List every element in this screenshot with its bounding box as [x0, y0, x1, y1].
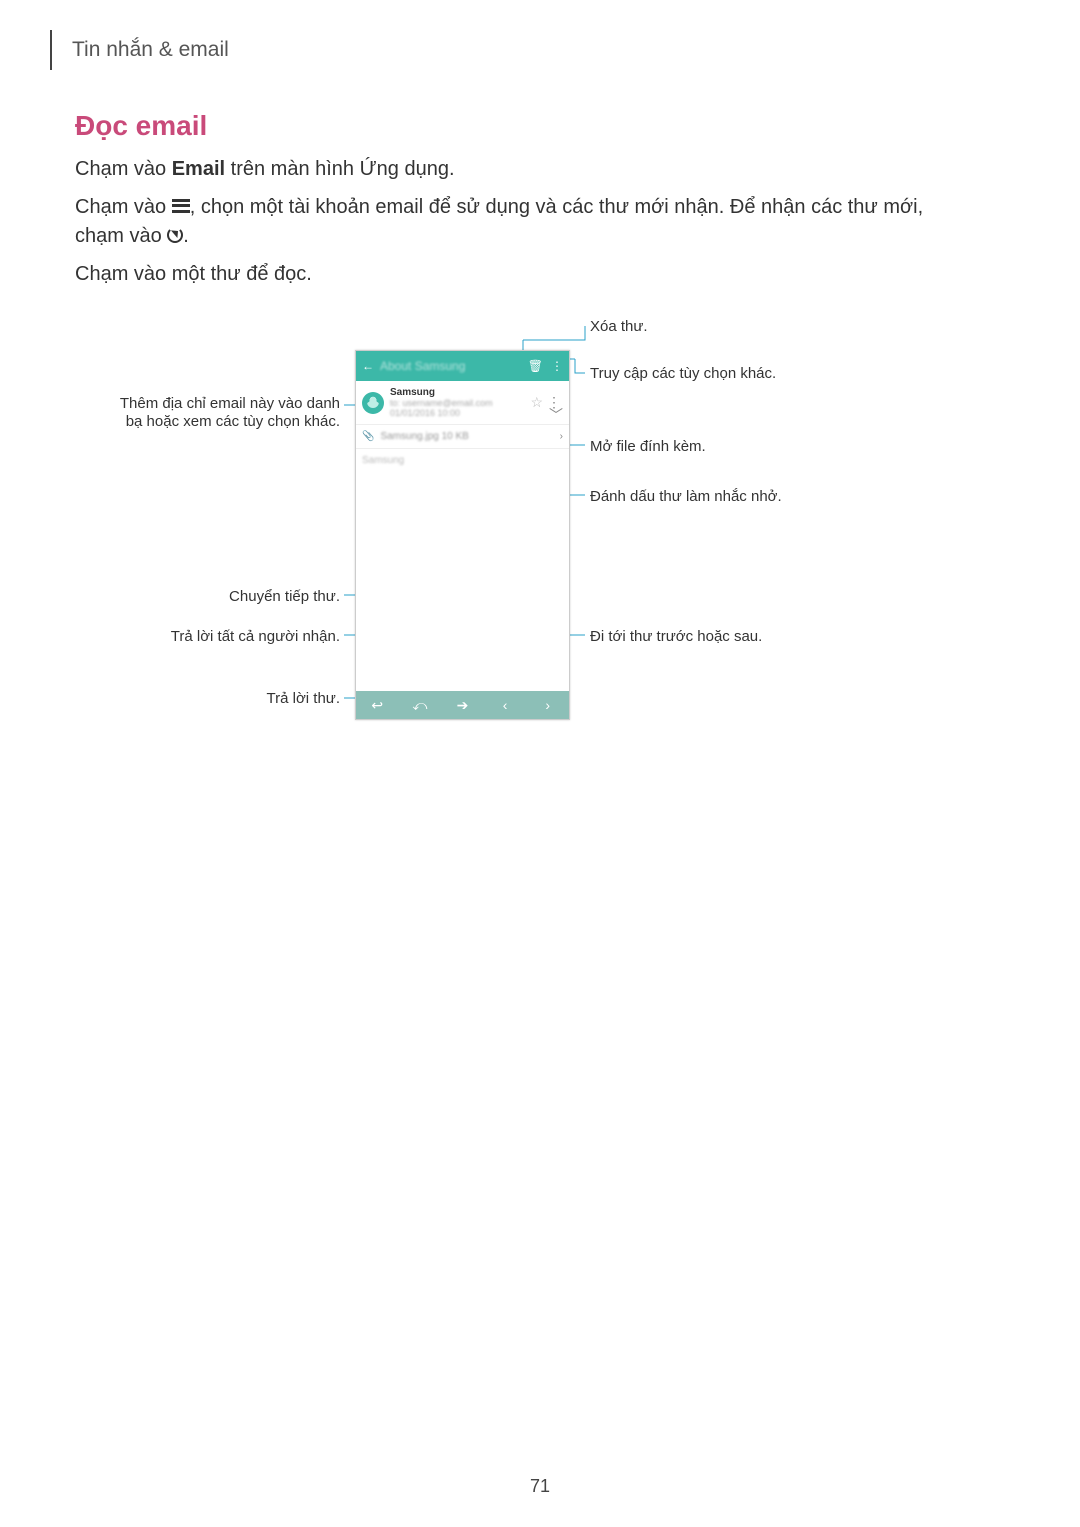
- email-subject: About Samsung: [380, 359, 520, 373]
- text: Chạm vào: [75, 196, 172, 218]
- text: .: [183, 225, 189, 247]
- callout-delete: Xóa thư.: [590, 318, 648, 336]
- sent-date: 01/01/2016 10:00: [390, 408, 530, 418]
- section-heading: Đọc email: [75, 110, 207, 142]
- page-number: 71: [0, 1476, 1080, 1497]
- phone-screenshot: ← About Samsung 🗑 ⋮ Samsung to: username…: [355, 350, 570, 720]
- text: Chạm vào: [75, 158, 172, 180]
- next-icon[interactable]: ›: [526, 691, 569, 719]
- email-app-name: Email: [172, 158, 225, 180]
- paragraph-1: Chạm vào Email trên màn hình Ứng dụng.: [75, 155, 960, 184]
- callout-open-attachment: Mở file đính kèm.: [590, 438, 706, 456]
- callout-add-contact: Thêm địa chỉ email này vào danh bạ hoặc …: [100, 395, 340, 431]
- diagram: Xóa thư. Truy cập các tùy chọn khác. Thê…: [0, 310, 1000, 730]
- sender-block: Samsung to: username@email.com 01/01/201…: [390, 387, 530, 418]
- reply-all-icon[interactable]: ⤺: [399, 691, 442, 719]
- text: , chọn một tài khoản email để sử dụng và…: [75, 196, 923, 247]
- star-icon[interactable]: ☆: [530, 394, 543, 411]
- expand-icon[interactable]: ﹀: [549, 405, 563, 425]
- avatar-icon[interactable]: [362, 392, 384, 414]
- prev-icon[interactable]: ‹: [484, 691, 527, 719]
- text: trên màn hình Ứng dụng.: [225, 158, 454, 180]
- mail-header: Samsung to: username@email.com 01/01/201…: [356, 381, 569, 425]
- callout-forward: Chuyển tiếp thư.: [140, 588, 340, 606]
- open-attachment-icon[interactable]: ›: [560, 431, 563, 442]
- sender-address: to: username@email.com: [390, 398, 530, 408]
- sender-name: Samsung: [390, 387, 530, 398]
- email-header-bar: ← About Samsung 🗑 ⋮: [356, 351, 569, 381]
- callout-mark-reminder: Đánh dấu thư làm nhắc nhở.: [590, 488, 782, 506]
- back-icon[interactable]: ←: [362, 359, 374, 373]
- callout-prev-next: Đi tới thư trước hoặc sau.: [590, 628, 762, 646]
- hamburger-icon: [172, 199, 190, 213]
- callout-more-options: Truy cập các tùy chọn khác.: [590, 365, 776, 383]
- reply-icon[interactable]: ↩: [356, 691, 399, 719]
- breadcrumb: Tin nhắn & email: [50, 30, 229, 70]
- mail-body: Samsung: [356, 449, 569, 472]
- paragraph-3: Chạm vào một thư để đọc.: [75, 260, 960, 289]
- paperclip-icon: 📎: [362, 431, 374, 442]
- callout-reply-all: Trả lời tất cả người nhận.: [110, 628, 340, 646]
- trash-icon[interactable]: 🗑: [528, 359, 543, 373]
- forward-icon[interactable]: ➔: [441, 691, 484, 719]
- more-icon[interactable]: ⋮: [551, 359, 563, 373]
- email-footer-bar: ↩ ⤺ ➔ ‹ ›: [356, 691, 569, 719]
- paragraph-2: Chạm vào , chọn một tài khoản email để s…: [75, 193, 960, 251]
- refresh-icon: [167, 227, 183, 243]
- attachment-row[interactable]: 📎 Samsung.jpg 10 KB ›: [356, 425, 569, 449]
- attachment-name: Samsung.jpg 10 KB: [380, 431, 559, 442]
- callout-reply: Trả lời thư.: [180, 690, 340, 708]
